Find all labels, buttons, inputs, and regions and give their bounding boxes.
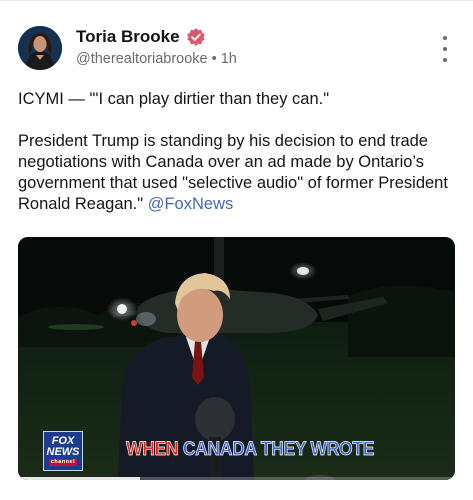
avatar[interactable]	[18, 26, 62, 70]
post-text-line1: ICYMI — "'I can play dirtier than they c…	[18, 90, 330, 108]
post-text: ICYMI — "'I can play dirtier than they c…	[18, 89, 458, 215]
post-card: Toria Brooke @therealtoriabrooke • 1h ICYM…	[0, 0, 473, 500]
post-time[interactable]: 1h	[221, 51, 237, 67]
author-block: Toria Brooke @therealtoriabrooke • 1h	[76, 26, 237, 67]
post-meta: @therealtoriabrooke • 1h	[76, 51, 237, 67]
caption-word-rest: CANADA THEY WROTE	[182, 437, 375, 460]
logo-line2: NEWS	[46, 446, 80, 458]
video-progress-fill	[18, 477, 141, 480]
fox-news-logo: FOX NEWS channel	[43, 431, 83, 471]
logo-line3: channel	[48, 459, 78, 466]
video-progress-bar[interactable]	[18, 477, 455, 480]
verified-badge-icon	[186, 27, 206, 47]
author-name[interactable]: Toria Brooke	[76, 27, 180, 47]
caption-word-highlight: WHEN	[126, 437, 179, 460]
meta-separator: •	[211, 51, 217, 67]
more-vertical-icon[interactable]	[437, 36, 453, 62]
author-handle[interactable]: @therealtoriabrooke	[76, 51, 208, 67]
video-player[interactable]: FOX NEWS channel WHEN CANADA THEY WROTE	[18, 237, 455, 480]
post-text-body: President Trump is standing by his decis…	[18, 131, 458, 215]
video-caption: WHEN CANADA THEY WROTE	[126, 437, 375, 461]
mention-link[interactable]: @FoxNews	[148, 195, 234, 213]
